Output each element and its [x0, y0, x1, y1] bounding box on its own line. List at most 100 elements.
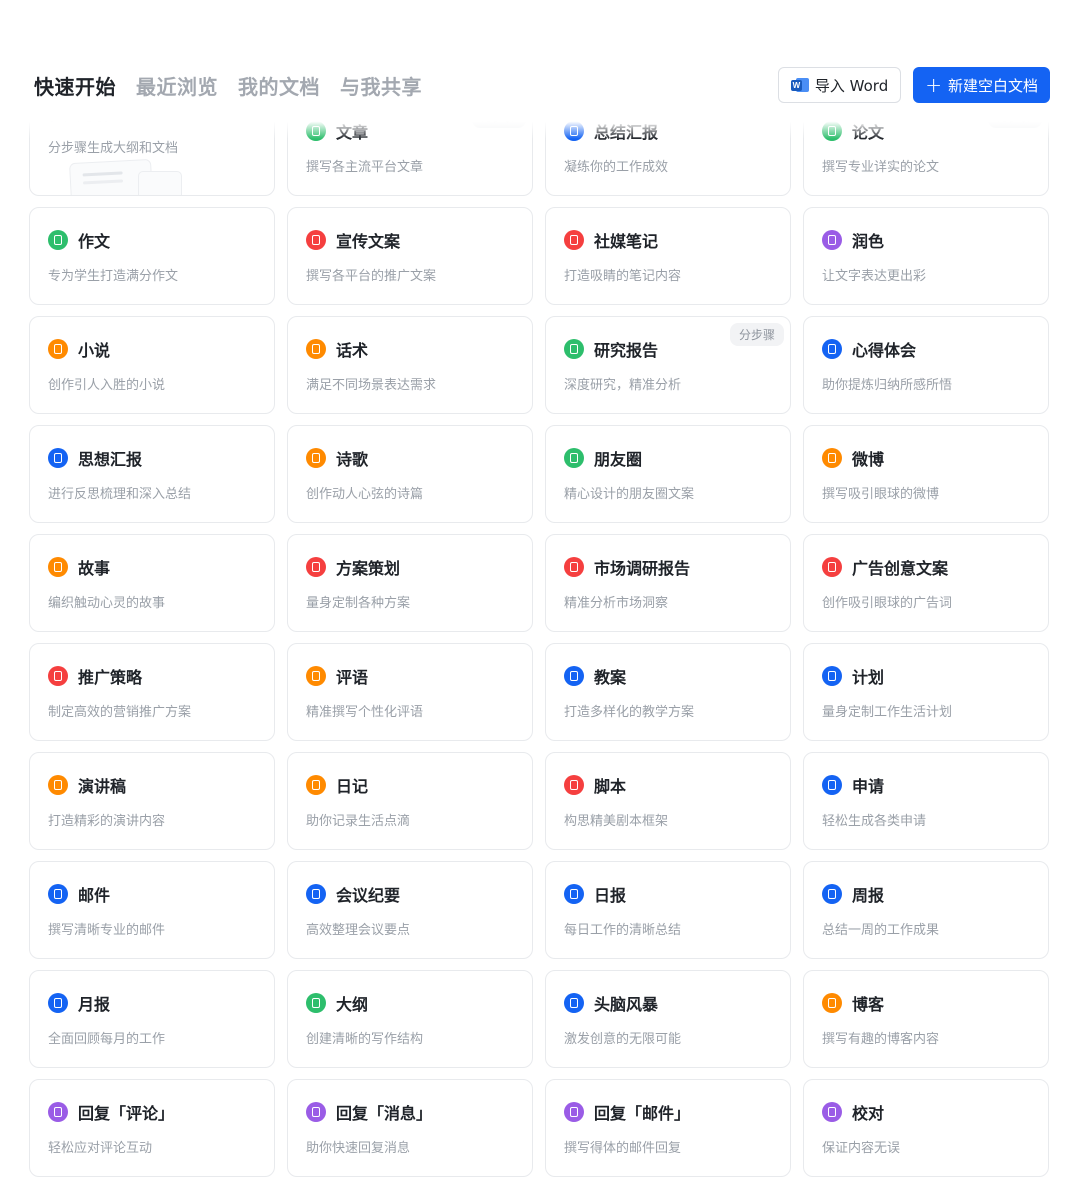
note-icon [564, 230, 584, 250]
article-icon [306, 121, 326, 141]
card-title-row: 长文写作 [48, 117, 112, 125]
card-title-row: 教案 [564, 664, 626, 688]
card-description: 深度研究，精准分析 [564, 378, 682, 393]
card-title-row: 诗歌 [306, 446, 368, 470]
card-description: 打造精彩的演讲内容 [48, 814, 166, 829]
template-card[interactable]: 大纲创建清晰的写作结构 [287, 970, 533, 1068]
card-title: 回复「消息」 [336, 1104, 433, 1123]
template-card[interactable]: 周报 总结一周的工作成果 [803, 861, 1049, 959]
card-description: 每日工作的清晰总结 [564, 923, 682, 938]
card-title-row: 推广策略 [48, 664, 142, 688]
card-title-row: 日记 [306, 773, 368, 797]
research-icon [564, 339, 584, 359]
card-title-row: 申请 [822, 773, 884, 797]
tab-quick-start[interactable]: 快速开始 [34, 71, 116, 100]
outline-icon [306, 993, 326, 1013]
card-description: 撰写各平台的推广文案 [306, 269, 437, 284]
template-card[interactable]: 心得体会 助你提炼归纳所感所悟 [803, 316, 1049, 414]
template-card[interactable]: 回复「消息」 助你快速回复消息 [287, 1079, 533, 1177]
template-card[interactable]: 总结汇报 凝练你的工作成效 [545, 117, 791, 196]
card-title-row: 计划 [822, 664, 884, 688]
template-card[interactable]: 日报 每日工作的清晰总结 [545, 861, 791, 959]
card-title: 小说 [78, 341, 111, 360]
template-card[interactable]: 月报 全面回顾每月的工作 [29, 970, 275, 1068]
card-title-row: 脚本 [564, 773, 626, 797]
template-card[interactable]: 论文 撰写专业详实的论文 分步骤 [803, 117, 1049, 196]
template-card[interactable]: 日记 助你记录生活点滴 [287, 752, 533, 850]
template-card[interactable]: 话术 满足不同场景表达需求 [287, 316, 533, 414]
template-card[interactable]: 头脑风暴 激发创意的无限可能 [545, 970, 791, 1068]
card-title-row: 会议纪要 [306, 882, 400, 906]
template-card[interactable]: 思想汇报 进行反思梳理和深入总结 [29, 425, 275, 523]
card-title: 润色 [852, 232, 885, 251]
new-blank-doc-button[interactable]: + 新建空白文档 [913, 67, 1050, 103]
template-card[interactable]: 宣传文案撰写各平台的推广文案 [287, 207, 533, 305]
card-title-row: 总结汇报 [564, 119, 658, 143]
template-card[interactable]: 计划 量身定制工作生活计划 [803, 643, 1049, 741]
template-card[interactable]: 社媒笔记 打造吸睛的笔记内容 [545, 207, 791, 305]
template-card[interactable]: 作文 专为学生打造满分作文 [29, 207, 275, 305]
card-title: 朋友圈 [594, 450, 643, 469]
template-card[interactable]: 演讲稿 打造精彩的演讲内容 [29, 752, 275, 850]
template-card[interactable]: 市场调研报告 精准分析市场洞察 [545, 534, 791, 632]
card-title-row: 朋友圈 [564, 446, 642, 470]
top-bar: 快速开始 最近浏览 我的文档 与我共享 W 导入 Word + 新建空白文档 [34, 66, 1050, 104]
card-description: 满足不同场景表达需求 [306, 378, 437, 393]
card-title: 大纲 [336, 995, 369, 1014]
template-card[interactable]: 推广策略 制定高效的营销推广方案 [29, 643, 275, 741]
template-card[interactable]: 研究报告 深度研究，精准分析 分步骤 [545, 316, 791, 414]
brainstorm-icon [564, 993, 584, 1013]
card-title-row: 头脑风暴 [564, 991, 658, 1015]
card-description: 创建清晰的写作结构 [306, 1032, 424, 1047]
card-title-row: 宣传文案 [306, 228, 400, 252]
template-card[interactable]: 广告创意文案 创作吸引眼球的广告词 [803, 534, 1049, 632]
card-title-row: 论文 [822, 119, 884, 143]
template-card[interactable]: 长文写作分步骤生成大纲和文档 [29, 117, 275, 196]
template-card[interactable]: 邮件 撰写清晰专业的邮件 [29, 861, 275, 959]
card-title: 日记 [336, 777, 369, 796]
template-card[interactable]: 故事 编织触动心灵的故事 [29, 534, 275, 632]
template-card[interactable]: 校对 保证内容无误 [803, 1079, 1049, 1177]
card-title: 总结汇报 [594, 123, 659, 142]
card-description: 精心设计的朋友圈文案 [564, 487, 695, 502]
card-title: 校对 [852, 1104, 885, 1123]
card-title-row: 广告创意文案 [822, 555, 948, 579]
template-card[interactable]: 诗歌 创作动人心弦的诗篇 [287, 425, 533, 523]
card-description: 轻松应对评论互动 [48, 1141, 153, 1156]
tab-recent[interactable]: 最近浏览 [136, 71, 218, 100]
template-card[interactable]: 回复「评论」轻松应对评论互动 [29, 1079, 275, 1177]
tab-shared-with-me[interactable]: 与我共享 [340, 71, 422, 100]
card-title: 脚本 [594, 777, 627, 796]
template-card[interactable]: 脚本 构思精美剧本框架 [545, 752, 791, 850]
template-card[interactable]: 申请 轻松生成各类申请 [803, 752, 1049, 850]
card-title: 回复「评论」 [78, 1104, 175, 1123]
speech-icon [306, 339, 326, 359]
strategy-icon [48, 666, 68, 686]
card-description: 打造吸睛的笔记内容 [564, 269, 682, 284]
import-word-button[interactable]: W 导入 Word [777, 67, 902, 103]
card-description: 专为学生打造满分作文 [48, 269, 179, 284]
pen-icon [48, 230, 68, 250]
template-card[interactable]: 小说创作引人入胜的小说 [29, 316, 275, 414]
minutes-icon [306, 884, 326, 904]
card-title-row: 回复「邮件」 [564, 1100, 690, 1124]
template-card[interactable]: 润色 让文字表达更出彩 [803, 207, 1049, 305]
template-card[interactable]: 朋友圈精心设计的朋友圈文案 [545, 425, 791, 523]
blog-icon [822, 993, 842, 1013]
card-title: 论文 [852, 123, 885, 142]
tab-my-docs[interactable]: 我的文档 [238, 71, 320, 100]
template-card[interactable]: 教案 打造多样化的教学方案 [545, 643, 791, 741]
template-card[interactable]: 方案策划 量身定制各种方案 [287, 534, 533, 632]
step-badge: 分步骤 [987, 117, 1042, 128]
template-card[interactable]: 回复「邮件」 撰写得体的邮件回复 [545, 1079, 791, 1177]
template-card[interactable]: 微博 撰写吸引眼球的微博 [803, 425, 1049, 523]
template-card[interactable]: 会议纪要 高效整理会议要点 [287, 861, 533, 959]
word-icon: W [790, 77, 809, 93]
card-title-row: 回复「消息」 [306, 1100, 432, 1124]
template-card[interactable]: 文章 撰写各主流平台文章 分步骤 [287, 117, 533, 196]
polish-icon [822, 230, 842, 250]
card-description: 创作引人入胜的小说 [48, 378, 166, 393]
card-title-row: 润色 [822, 228, 884, 252]
template-card[interactable]: 评语 精准撰写个性化评语 [287, 643, 533, 741]
template-card[interactable]: 博客 撰写有趣的博客内容 [803, 970, 1049, 1068]
